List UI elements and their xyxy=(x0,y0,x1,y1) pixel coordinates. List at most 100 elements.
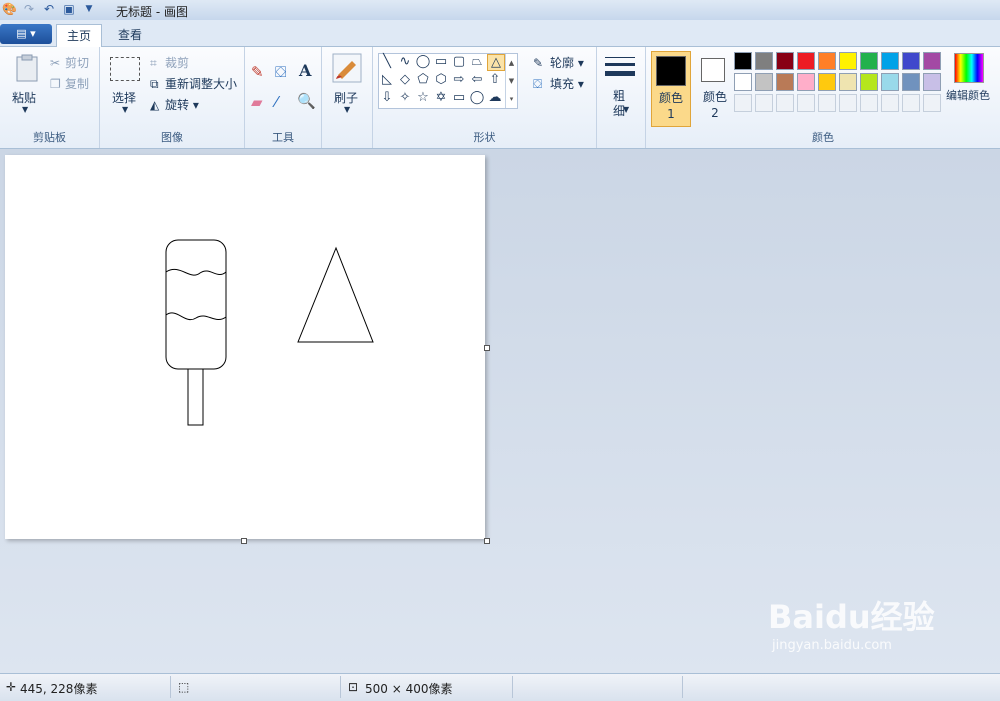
color-picker-icon[interactable]: ⁄ xyxy=(275,93,278,111)
palette-color-swatch[interactable] xyxy=(860,73,878,91)
oval-callout-shape-icon[interactable]: ◯ xyxy=(469,90,485,105)
palette-color-swatch[interactable] xyxy=(839,52,857,70)
fill-button[interactable]: ⛋ 填充 ▾ xyxy=(533,75,584,93)
brush-group: 刷子 ▼ xyxy=(322,47,373,148)
palette-color-swatch[interactable] xyxy=(818,52,836,70)
tab-home[interactable]: 主页 xyxy=(56,24,103,47)
color2-selector[interactable]: 颜色 2 xyxy=(696,51,734,125)
palette-color-swatch[interactable] xyxy=(881,52,899,70)
undo-icon[interactable]: ↶ xyxy=(42,2,56,16)
palette-custom-swatch[interactable] xyxy=(776,94,794,112)
palette-color-swatch[interactable] xyxy=(902,52,920,70)
polygon-shape-icon[interactable]: ⏢ xyxy=(469,54,485,69)
color1-selector[interactable]: 颜色 1 xyxy=(651,51,691,127)
palette-color-swatch[interactable] xyxy=(881,73,899,91)
palette-custom-swatch[interactable] xyxy=(923,94,941,112)
paste-dropdown-icon[interactable]: ▼ xyxy=(22,105,28,114)
baidu-logo: Baidu经验 xyxy=(768,598,935,636)
size-button[interactable]: 粗细 xyxy=(613,89,625,119)
five-point-star-shape-icon[interactable]: ☆ xyxy=(415,90,431,105)
crop-button[interactable]: ⌗ 裁剪 xyxy=(150,54,189,72)
down-arrow-shape-icon[interactable]: ⇩ xyxy=(379,90,395,105)
line-shape-icon[interactable]: ╲ xyxy=(379,54,395,69)
palette-color-swatch[interactable] xyxy=(797,73,815,91)
palette-color-swatch[interactable] xyxy=(734,73,752,91)
eraser-icon[interactable]: ▰ xyxy=(251,93,263,111)
palette-custom-swatch[interactable] xyxy=(734,94,752,112)
paint-app-icon[interactable]: 🎨 xyxy=(2,2,17,16)
palette-custom-swatch[interactable] xyxy=(755,94,773,112)
ice-cream-wave-bottom xyxy=(165,312,227,321)
paint-menu-button[interactable]: ▤ ▾ xyxy=(0,24,52,44)
palette-color-swatch[interactable] xyxy=(755,52,773,70)
shapes-scroll[interactable]: ▲ ▼ ▾ xyxy=(505,54,517,108)
canvas-drawing xyxy=(165,239,374,426)
edit-colors-button[interactable]: 编辑颜色 xyxy=(946,87,990,103)
four-point-star-shape-icon[interactable]: ✧ xyxy=(397,90,413,105)
redo-icon[interactable]: ↷ xyxy=(22,2,36,16)
right-triangle-shape-icon[interactable]: ◺ xyxy=(379,72,395,87)
palette-color-swatch[interactable] xyxy=(776,52,794,70)
rounded-rectangle-shape-icon[interactable]: ▢ xyxy=(451,54,467,69)
size-dropdown-icon[interactable]: ▼ xyxy=(623,105,629,114)
copy-button[interactable]: ❐ 复制 xyxy=(50,75,89,93)
hexagon-shape-icon[interactable]: ⬡ xyxy=(433,72,449,87)
palette-custom-swatch[interactable] xyxy=(818,94,836,112)
pencil-icon[interactable]: ✎ xyxy=(251,63,264,81)
palette-color-swatch[interactable] xyxy=(776,73,794,91)
palette-custom-swatch[interactable] xyxy=(881,94,899,112)
select-button[interactable]: 选择 xyxy=(112,89,136,106)
outline-label: 轮廓 xyxy=(550,56,575,70)
palette-color-swatch[interactable] xyxy=(860,52,878,70)
oval-shape-icon[interactable]: ◯ xyxy=(415,54,431,69)
diamond-shape-icon[interactable]: ◇ xyxy=(397,72,413,87)
brush-button[interactable]: 刷子 xyxy=(334,89,358,106)
baidu-url: jingyan.baidu.com xyxy=(772,638,892,653)
palette-color-swatch[interactable] xyxy=(923,73,941,91)
canvas-resize-handle-right[interactable] xyxy=(484,345,490,351)
edit-colors-icon[interactable] xyxy=(954,53,984,83)
rectangle-callout-shape-icon[interactable]: ▭ xyxy=(451,90,467,105)
palette-custom-swatch[interactable] xyxy=(797,94,815,112)
resize-icon: ⧉ xyxy=(150,76,159,91)
cut-button[interactable]: ✂ 剪切 xyxy=(50,54,89,72)
palette-custom-swatch[interactable] xyxy=(902,94,920,112)
left-arrow-shape-icon[interactable]: ⇦ xyxy=(469,72,485,87)
palette-custom-swatch[interactable] xyxy=(860,94,878,112)
qat-dropdown-icon[interactable]: ▼ xyxy=(82,2,96,16)
paste-button[interactable]: 粘贴 xyxy=(12,89,36,106)
up-arrow-shape-icon[interactable]: ⇧ xyxy=(487,72,503,87)
rotate-button[interactable]: ◭ 旋转 ▾ xyxy=(150,96,199,114)
brush-dropdown-icon[interactable]: ▼ xyxy=(344,105,350,114)
size-group: 粗细 ▼ xyxy=(597,47,646,148)
resize-button[interactable]: ⧉ 重新调整大小 xyxy=(150,75,237,93)
right-arrow-shape-icon[interactable]: ⇨ xyxy=(451,72,467,87)
palette-color-swatch[interactable] xyxy=(818,73,836,91)
palette-custom-swatch[interactable] xyxy=(839,94,857,112)
palette-color-swatch[interactable] xyxy=(839,73,857,91)
cloud-callout-shape-icon[interactable]: ☁ xyxy=(487,90,503,105)
palette-color-swatch[interactable] xyxy=(734,52,752,70)
fill-icon[interactable]: ⛋ xyxy=(275,63,286,81)
canvas-resize-handle-corner[interactable] xyxy=(484,538,490,544)
shapes-group: ╲ ∿ ◯ ▭ ▢ ⏢ △ ◺ ◇ ⬠ ⬡ ⇨ ⇦ ⇧ ⇩ ✧ ☆ ✡ ▭ ◯ … xyxy=(373,47,597,148)
palette-color-swatch[interactable] xyxy=(755,73,773,91)
pentagon-shape-icon[interactable]: ⬠ xyxy=(415,72,431,87)
drawing-canvas[interactable] xyxy=(5,155,485,539)
rectangle-shape-icon[interactable]: ▭ xyxy=(433,54,449,69)
magnifier-icon[interactable]: 🔍 xyxy=(297,92,316,110)
triangle-shape-icon[interactable]: △ xyxy=(487,54,505,71)
palette-color-swatch[interactable] xyxy=(923,52,941,70)
tab-view[interactable]: 查看 xyxy=(108,24,152,46)
six-point-star-shape-icon[interactable]: ✡ xyxy=(433,90,449,105)
canvas-resize-handle-bottom[interactable] xyxy=(241,538,247,544)
palette-color-swatch[interactable] xyxy=(797,52,815,70)
curve-shape-icon[interactable]: ∿ xyxy=(397,54,413,69)
status-bar: ✛ 445, 228像素 ⬚ ⊡ 500 × 400像素 xyxy=(0,673,1000,701)
save-icon[interactable]: ▣ xyxy=(62,2,76,16)
text-icon[interactable]: A xyxy=(299,61,311,80)
palette-color-swatch[interactable] xyxy=(902,73,920,91)
ice-cream-body xyxy=(165,239,227,370)
select-dropdown-icon[interactable]: ▼ xyxy=(122,105,128,114)
outline-button[interactable]: ✎ 轮廓 ▾ xyxy=(533,54,584,72)
